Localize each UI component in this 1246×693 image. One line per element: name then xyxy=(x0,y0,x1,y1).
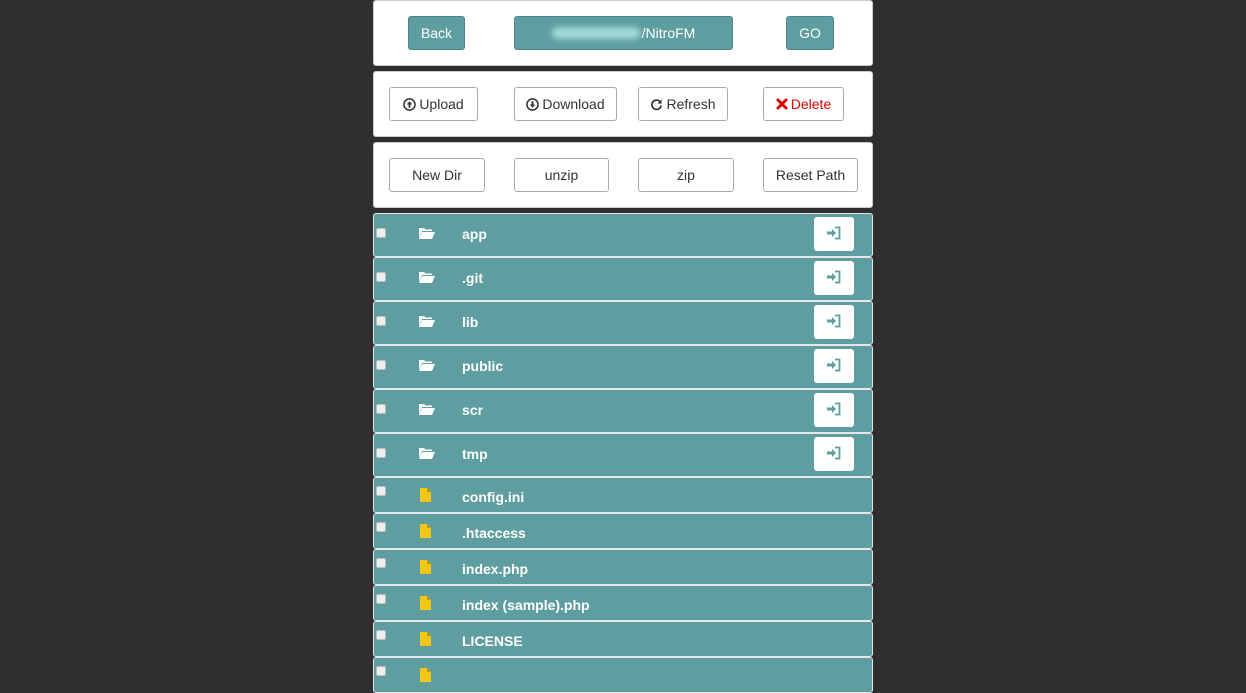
sign-in-icon xyxy=(826,270,842,287)
file-row[interactable]: .htaccess xyxy=(373,513,873,549)
toolbar-panel: Upload Download Refresh Delete xyxy=(373,71,873,137)
file-name: index.php xyxy=(462,561,529,577)
select-checkbox[interactable] xyxy=(376,594,386,604)
open-folder-button[interactable] xyxy=(814,261,854,295)
folder-open-icon xyxy=(418,358,436,375)
folder-name: scr xyxy=(462,402,484,418)
folder-name: lib xyxy=(462,314,479,330)
file-name: index (sample).php xyxy=(462,597,590,613)
open-folder-button[interactable] xyxy=(814,305,854,339)
folder-row[interactable]: app xyxy=(373,213,873,257)
upload-button[interactable]: Upload xyxy=(389,87,478,121)
delete-button[interactable]: Delete xyxy=(763,87,844,121)
folder-open-icon xyxy=(418,270,436,287)
select-checkbox[interactable] xyxy=(376,630,386,640)
folder-name: tmp xyxy=(462,446,488,462)
folder-row[interactable]: public xyxy=(373,345,873,389)
folder-open-icon xyxy=(418,402,436,419)
open-folder-button[interactable] xyxy=(814,393,854,427)
select-checkbox[interactable] xyxy=(376,448,386,458)
folder-open-icon xyxy=(418,226,436,243)
unzip-button[interactable]: unzip xyxy=(514,158,609,192)
open-folder-button[interactable] xyxy=(814,349,854,383)
close-icon xyxy=(776,98,788,110)
select-checkbox[interactable] xyxy=(376,272,386,282)
folder-open-icon xyxy=(418,314,436,331)
select-checkbox[interactable] xyxy=(376,558,386,568)
file-icon xyxy=(420,668,431,685)
select-checkbox[interactable] xyxy=(376,486,386,496)
sign-in-icon xyxy=(826,358,842,375)
select-checkbox[interactable] xyxy=(376,360,386,370)
select-checkbox[interactable] xyxy=(376,666,386,676)
file-name: config.ini xyxy=(462,489,525,505)
select-checkbox[interactable] xyxy=(376,316,386,326)
sign-in-icon xyxy=(826,226,842,243)
path-text: /NitroFM xyxy=(641,25,696,41)
file-row[interactable]: index.php xyxy=(373,549,873,585)
file-row[interactable] xyxy=(373,657,873,693)
refresh-button[interactable]: Refresh xyxy=(638,87,728,121)
file-row[interactable]: LICENSE xyxy=(373,621,873,657)
upload-circle-icon xyxy=(403,97,417,111)
folder-row[interactable]: lib xyxy=(373,301,873,345)
file-manager: Back /NitroFM GO Upload Download Refresh xyxy=(373,0,873,693)
file-icon xyxy=(420,596,431,613)
zip-button[interactable]: zip xyxy=(638,158,734,192)
go-button[interactable]: GO xyxy=(786,16,834,50)
navigation-panel: Back /NitroFM GO xyxy=(373,0,873,66)
download-button[interactable]: Download xyxy=(514,87,617,121)
folder-row[interactable]: tmp xyxy=(373,433,873,477)
actions-panel: New Dir unzip zip Reset Path xyxy=(373,142,873,208)
file-icon xyxy=(420,488,431,505)
back-button[interactable]: Back xyxy=(408,16,465,50)
file-row[interactable]: config.ini xyxy=(373,477,873,513)
new-dir-button[interactable]: New Dir xyxy=(389,158,485,192)
reset-path-button[interactable]: Reset Path xyxy=(763,158,858,192)
folder-name: public xyxy=(462,358,504,374)
select-checkbox[interactable] xyxy=(376,228,386,238)
sign-in-icon xyxy=(826,446,842,463)
file-icon xyxy=(420,632,431,649)
redacted-path-segment xyxy=(551,27,640,39)
folder-name: .git xyxy=(462,270,483,286)
open-folder-button[interactable] xyxy=(814,437,854,471)
folder-open-icon xyxy=(418,446,436,463)
path-input[interactable]: /NitroFM xyxy=(514,16,733,50)
select-checkbox[interactable] xyxy=(376,404,386,414)
file-icon xyxy=(420,524,431,541)
file-name: .htaccess xyxy=(462,525,526,541)
sign-in-icon xyxy=(826,314,842,331)
file-list: app .git lib public scr tmp config.ini .… xyxy=(373,213,873,693)
sign-in-icon xyxy=(826,402,842,419)
folder-row[interactable]: .git xyxy=(373,257,873,301)
open-folder-button[interactable] xyxy=(814,217,854,251)
download-circle-icon xyxy=(526,97,540,111)
folder-name: app xyxy=(462,226,487,242)
file-icon xyxy=(420,560,431,577)
select-checkbox[interactable] xyxy=(376,522,386,532)
file-row[interactable]: index (sample).php xyxy=(373,585,873,621)
refresh-icon xyxy=(650,98,663,111)
folder-row[interactable]: scr xyxy=(373,389,873,433)
file-name: LICENSE xyxy=(462,633,523,649)
